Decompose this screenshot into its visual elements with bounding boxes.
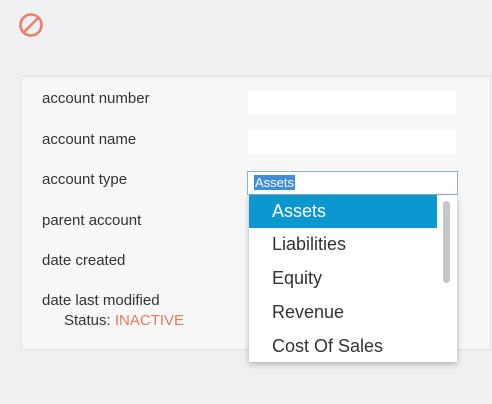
dropdown-option-cost-of-sales[interactable]: Cost Of Sales	[249, 330, 437, 362]
account-name-field[interactable]	[248, 130, 456, 154]
account-number-label: account number	[42, 90, 150, 107]
account-type-dropdown[interactable]: Assets Liabilities Equity Revenue Cost O…	[249, 195, 457, 362]
date-created-label: date created	[42, 252, 126, 269]
ban-icon[interactable]	[18, 12, 44, 38]
date-last-modified-label: date last modified	[42, 292, 160, 309]
dropdown-option-revenue[interactable]: Revenue	[249, 296, 437, 329]
parent-account-label: parent account	[42, 212, 142, 229]
status-value: INACTIVE	[114, 312, 185, 329]
dropdown-option-equity[interactable]: Equity	[249, 262, 437, 295]
account-type-value: Assets	[254, 175, 296, 190]
dropdown-scrollbar[interactable]	[443, 201, 450, 283]
dropdown-option-liabilities[interactable]: Liabilities	[249, 228, 437, 261]
dropdown-option-assets[interactable]: Assets	[249, 195, 437, 228]
account-number-field[interactable]	[248, 91, 456, 115]
account-name-label: account name	[42, 131, 137, 148]
account-type-label: account type	[42, 171, 128, 188]
account-type-select[interactable]: Assets	[247, 171, 458, 195]
page: account number account name account type…	[0, 0, 492, 404]
status-label: Status:	[64, 312, 111, 329]
status-line: Status: INACTIVE	[64, 312, 184, 329]
